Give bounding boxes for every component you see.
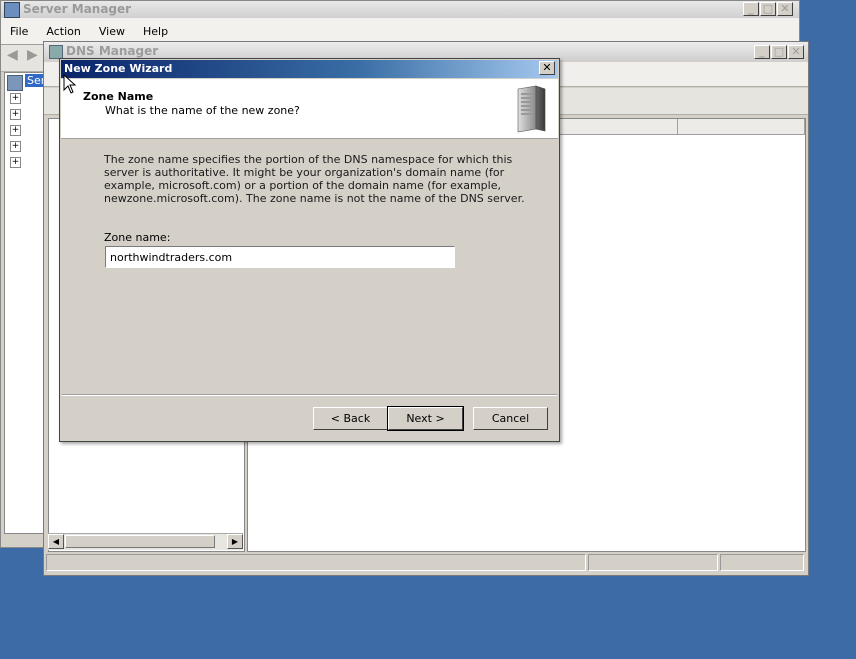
back-arrow-icon[interactable]: ◀	[7, 48, 21, 62]
maximize-button[interactable]: □	[760, 2, 776, 16]
expand-plus-icon[interactable]: +	[10, 125, 21, 136]
forward-arrow-icon[interactable]: ▶	[27, 48, 41, 62]
dns-caption-buttons: _ □ ✕	[754, 45, 804, 59]
column-header[interactable]	[678, 119, 805, 135]
menu-file[interactable]: File	[1, 25, 37, 38]
server-manager-app-icon	[4, 2, 20, 18]
menu-help[interactable]: Help	[134, 25, 177, 38]
server-manager-titlebar[interactable]: Server Manager _ □ ✕	[1, 1, 799, 18]
scrollbar-thumb[interactable]	[65, 535, 215, 548]
wizard-titlebar[interactable]: New Zone Wizard ✕	[61, 60, 558, 78]
server-manager-node-icon	[7, 75, 23, 91]
close-button[interactable]: ✕	[788, 45, 804, 59]
cancel-button[interactable]: Cancel	[473, 407, 548, 430]
zone-name-input[interactable]	[105, 246, 455, 268]
maximize-button[interactable]: □	[771, 45, 787, 59]
wizard-heading: Zone Name	[83, 90, 154, 103]
status-pane	[588, 554, 718, 571]
minimize-button[interactable]: _	[754, 45, 770, 59]
server-tower-icon	[517, 85, 546, 133]
server-manager-tree: Ser + + + + +	[4, 72, 48, 534]
status-pane	[720, 554, 804, 571]
scroll-right-icon[interactable]: ▶	[227, 534, 243, 549]
tree-horizontal-scrollbar[interactable]: ◀ ▶	[48, 533, 243, 550]
expand-plus-icon[interactable]: +	[10, 93, 21, 104]
next-button[interactable]: Next >	[387, 406, 464, 431]
new-zone-wizard-dialog: New Zone Wizard ✕ Zone Name What is the …	[59, 58, 560, 442]
expand-plus-icon[interactable]: +	[10, 141, 21, 152]
dns-manager-title: DNS Manager	[66, 44, 159, 58]
wizard-separator	[62, 394, 557, 396]
menu-view[interactable]: View	[90, 25, 134, 38]
wizard-title: New Zone Wizard	[64, 62, 173, 75]
wizard-subheading: What is the name of the new zone?	[105, 104, 300, 117]
scroll-left-icon[interactable]: ◀	[48, 534, 64, 549]
server-manager-caption-buttons: _ □ ✕	[743, 2, 793, 16]
dns-app-icon	[49, 45, 63, 59]
menu-action[interactable]: Action	[37, 25, 89, 38]
mouse-pointer-icon	[63, 74, 77, 94]
zone-name-label: Zone name:	[104, 231, 171, 244]
back-button[interactable]: < Back	[313, 407, 388, 430]
minimize-button[interactable]: _	[743, 2, 759, 16]
expand-plus-icon[interactable]: +	[10, 157, 21, 168]
close-button[interactable]: ✕	[777, 2, 793, 16]
wizard-close-button[interactable]: ✕	[539, 61, 555, 75]
wizard-header: Zone Name What is the name of the new zo…	[61, 79, 558, 139]
server-manager-title: Server Manager	[23, 2, 132, 16]
expand-plus-icon[interactable]: +	[10, 109, 21, 120]
dns-statusbar	[46, 554, 806, 573]
wizard-description: The zone name specifies the portion of t…	[104, 153, 525, 205]
status-pane	[46, 554, 586, 571]
